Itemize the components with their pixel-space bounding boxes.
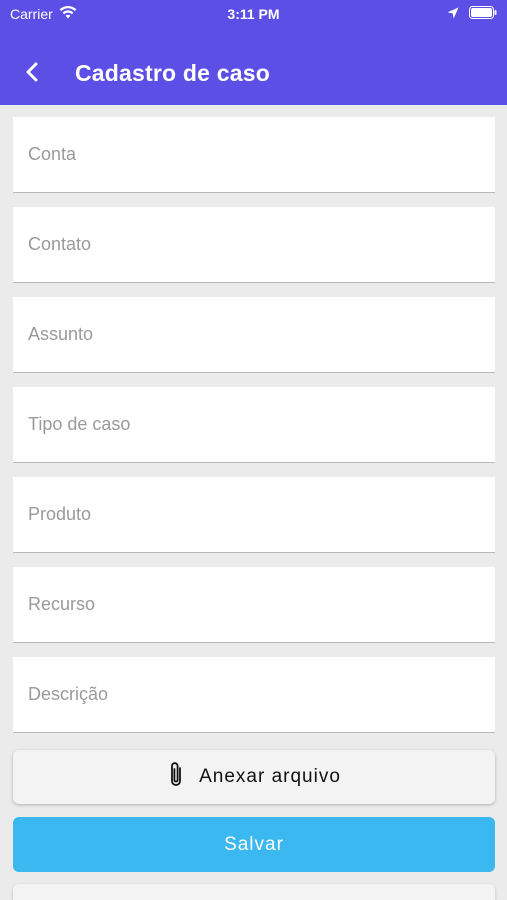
battery-icon (469, 6, 497, 22)
location-arrow-icon (447, 6, 459, 22)
description-field (13, 657, 495, 733)
save-label: Salvar (224, 833, 284, 855)
status-bar: Carrier 3:11 PM (0, 0, 507, 30)
app-header: Carrier 3:11 PM Cadastro de caso (0, 0, 507, 105)
subject-field (13, 297, 495, 373)
back-button[interactable] (18, 58, 46, 90)
navigation-bar: Cadastro de caso (0, 50, 507, 100)
paperclip-icon (167, 760, 185, 795)
contact-input[interactable] (13, 207, 495, 282)
save-button[interactable]: Salvar (13, 817, 495, 872)
partial-card (13, 884, 495, 900)
case-registration-screen: Carrier 3:11 PM Cadastro de caso Conta C… (0, 0, 507, 900)
description-input[interactable] (13, 657, 495, 732)
subject-input[interactable] (13, 297, 495, 372)
contact-field (13, 207, 495, 283)
resource-field (13, 567, 495, 643)
product-input[interactable] (13, 477, 495, 552)
resource-input[interactable] (13, 567, 495, 642)
attach-file-label: Anexar arquivo (199, 766, 341, 787)
product-field (13, 477, 495, 553)
attach-file-button[interactable]: Anexar arquivo (13, 750, 495, 804)
account-input[interactable] (13, 117, 495, 192)
case-type-field (13, 387, 495, 463)
case-form (13, 117, 495, 747)
chevron-left-icon (25, 61, 39, 88)
status-right (447, 6, 497, 22)
page-title: Cadastro de caso (75, 60, 270, 86)
status-time: 3:11 PM (227, 6, 280, 22)
case-type-input[interactable] (13, 387, 495, 462)
account-field (13, 117, 495, 193)
